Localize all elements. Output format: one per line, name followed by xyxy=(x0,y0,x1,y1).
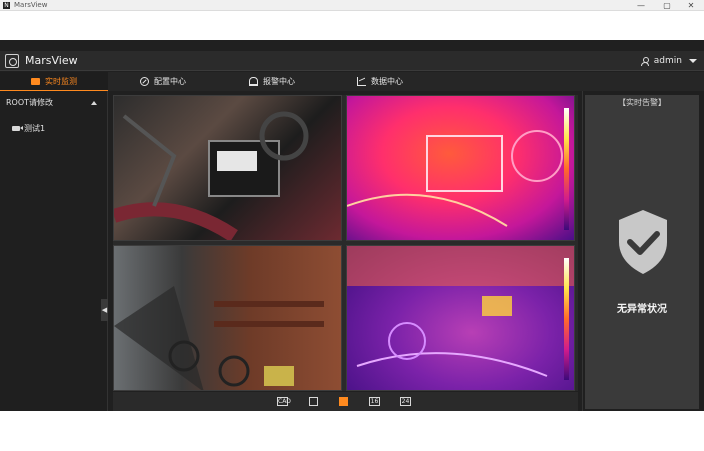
tab-label: 报警中心 xyxy=(263,77,295,86)
device-tree-sidebar: ROOT请修改 测试1 ◀ xyxy=(0,91,108,411)
tab-realtime-monitoring[interactable]: 实时监测 xyxy=(0,72,108,91)
video-grid xyxy=(113,95,578,391)
app-header: MarsView admin xyxy=(0,51,704,71)
layout-16-button[interactable]: 16 xyxy=(369,397,380,406)
chevron-down-icon xyxy=(689,59,697,63)
tree-item-label: 测试1 xyxy=(24,123,46,133)
main-nav: 实时监测 配置中心 报警中心 数据中心 xyxy=(0,72,704,91)
tab-label: 配置中心 xyxy=(154,77,186,86)
close-button[interactable]: ✕ xyxy=(678,0,704,11)
alert-status: 无异常状况 xyxy=(617,304,667,315)
app-title: MarsView xyxy=(25,54,78,67)
tab-label: 数据中心 xyxy=(371,77,403,86)
layout-4-button[interactable] xyxy=(339,397,348,406)
tab-config-center[interactable]: 配置中心 xyxy=(140,72,186,91)
alert-panel-title: 【实时告警】 xyxy=(618,98,666,107)
layout-24-button[interactable]: 24 xyxy=(400,397,411,406)
maximize-button[interactable]: ▢ xyxy=(654,0,680,11)
camera-icon xyxy=(12,125,23,131)
user-icon xyxy=(640,56,649,66)
thermal-overlay xyxy=(347,130,563,227)
scene-overlay xyxy=(114,111,309,240)
video-feed-visible-2[interactable] xyxy=(113,245,342,391)
tab-alarm-center[interactable]: 报警中心 xyxy=(249,72,295,91)
sidebar-collapse-button[interactable]: ◀ xyxy=(101,299,108,321)
scene-overlay xyxy=(114,286,324,390)
video-feed-thermal-1[interactable] xyxy=(346,95,575,241)
user-menu[interactable]: admin xyxy=(640,51,697,71)
alarm-icon xyxy=(249,77,258,86)
thermal-scale-bar xyxy=(564,108,569,230)
chevron-up-icon[interactable] xyxy=(91,101,97,105)
minimize-button[interactable]: — xyxy=(628,0,654,11)
window-title-bar: N MarsView — ▢ ✕ xyxy=(0,0,704,11)
layout-1-button[interactable] xyxy=(309,397,318,406)
tab-data-center[interactable]: 数据中心 xyxy=(357,72,403,91)
alert-panel-body: 【实时告警】 无异常状况 xyxy=(585,95,699,409)
alert-panel: 【实时告警】 无异常状况 xyxy=(582,91,704,411)
user-name: admin xyxy=(653,56,682,66)
tab-label: 实时监测 xyxy=(45,76,77,86)
thermal-overlay xyxy=(347,246,574,377)
video-feed-thermal-2[interactable] xyxy=(346,245,575,391)
thermal-scale-bar xyxy=(564,258,569,380)
layout-controls: CAD 16 24 xyxy=(113,392,578,411)
logo-icon xyxy=(5,54,19,68)
app-window-icon: N xyxy=(3,2,10,9)
monitor-icon xyxy=(31,77,40,85)
video-feed-visible-1[interactable] xyxy=(113,95,342,241)
cad-view-button[interactable]: CAD xyxy=(277,397,291,406)
shield-check-icon xyxy=(619,210,667,274)
tree-item-camera[interactable]: 测试1 xyxy=(12,122,45,134)
app-root: MarsView admin 实时监测 配置中心 报警中心 数据中心 ROOT请… xyxy=(0,40,704,411)
window-title: MarsView xyxy=(14,1,48,9)
chart-icon xyxy=(357,77,366,86)
config-icon xyxy=(140,77,149,86)
